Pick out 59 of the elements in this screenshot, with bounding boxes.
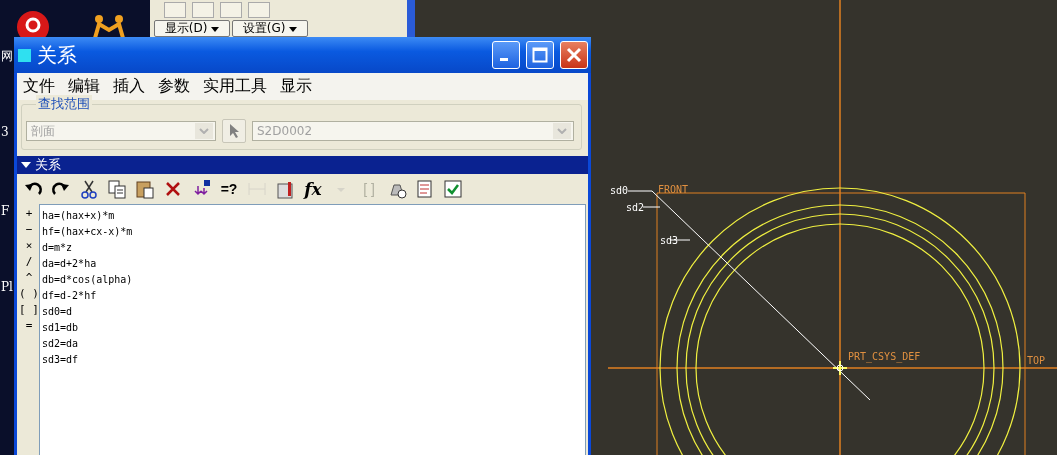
pointer-button[interactable] [222,119,246,143]
section-header[interactable]: 关系 [17,156,588,174]
operator-button[interactable]: ( ) [19,286,39,302]
operator-button[interactable]: − [25,222,33,238]
menu-item[interactable]: 显示 [280,76,312,97]
chevron-icon [199,128,209,134]
window-title: 关系 [37,41,78,69]
operator-button[interactable]: + [25,206,33,222]
menu-item[interactable]: 插入 [113,76,145,97]
datum-label: FRONT [658,184,689,195]
minimize-icon [500,57,508,61]
relation-line: sd0=d [42,305,74,319]
relation-line: hf=(hax+cx-x)*m [42,225,134,239]
maximize-button[interactable] [526,41,554,69]
menu-item[interactable]: 文件 [23,76,55,97]
datum-label: TOP [1027,355,1046,366]
dropdown-button[interactable]: 设置(G) [232,20,308,37]
caret-icon [289,27,298,32]
csys-icon [832,360,848,376]
operator-button[interactable]: = [25,318,33,334]
relation-line: sd1=db [42,321,80,335]
relations-editor[interactable]: ha=(hax+x)*m hf=(hax+cx-x)*m d=m*z da=d+2*ha db=d*cos(alpha) df=d-2*hf sd0=d sd1=db sd2=da sd3=df [39,204,586,455]
operator-button[interactable]: / [25,254,33,270]
minimize-button[interactable] [492,41,520,69]
people-icon[interactable] [92,14,126,38]
datum-label: PRT_CSYS_DEF [848,351,921,362]
relation-line: sd2=da [42,337,80,351]
chevron-icon [557,128,567,134]
operator-button[interactable]: ^ [25,270,33,286]
pointer-icon [228,123,240,139]
relation-line: ha=(hax+x)*m [42,209,116,223]
menu-item[interactable]: 编辑 [68,76,100,97]
window-icon [18,48,31,62]
caret-icon [211,27,220,32]
close-icon [566,47,582,63]
check-icon[interactable] [441,177,465,201]
dimension-label: sd3 [660,235,679,246]
close-button[interactable] [560,41,588,69]
relation-line: df=d-2*hf [42,289,98,303]
desktop-label: F [1,204,10,218]
toolbar-button[interactable]: =? [217,177,241,201]
triangle-icon [21,161,31,169]
group-legend: 查找范围 [36,95,92,113]
menu-item[interactable]: 实用工具 [203,76,267,97]
dropdown-button[interactable]: 显示(D) [154,20,230,37]
operator-button[interactable]: × [25,238,33,254]
dimension-label: sd0 [610,185,629,196]
relation-line: d=m*z [42,241,74,255]
operator-button[interactable]: [ ] [19,302,39,318]
dimension-label: sd2 [626,202,645,213]
relation-line: sd3=df [42,353,80,367]
desktop-label: Pl [1,280,13,294]
menu-item[interactable]: 参数 [158,76,190,97]
relation-line: da=d+2*ha [42,257,98,271]
desktop-label: 网 [1,48,13,65]
relation-line: db=d*cos(alpha) [42,273,134,287]
desktop-label: 3 [1,125,9,139]
maximize-icon [532,47,548,63]
toolbar-button[interactable]: fx [301,177,325,201]
